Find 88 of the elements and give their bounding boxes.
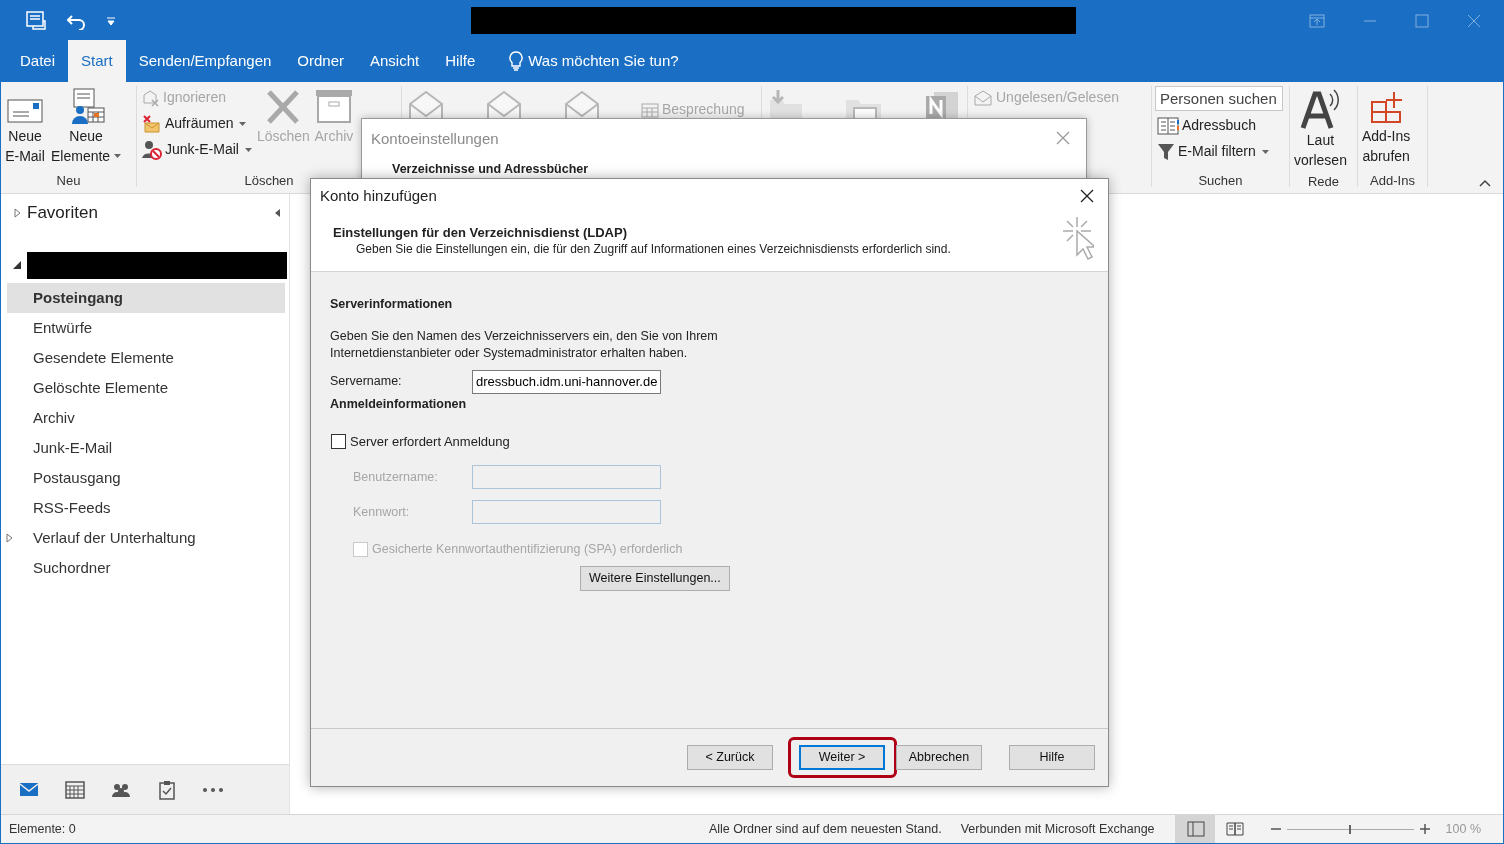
folder-item[interactable]: RSS-Feeds (7, 492, 285, 523)
menu-tab[interactable]: Senden/Empfangen (125, 40, 285, 82)
menu-tab[interactable]: Ordner (284, 40, 357, 82)
checkbox[interactable]: Server erfordert Anmeldung (331, 431, 1089, 451)
normal-view-icon (1184, 819, 1205, 839)
section-heading: Verzeichnisse und Adressbücher (392, 162, 589, 176)
dialog-button[interactable]: Weiter > (799, 745, 885, 770)
dialog-button[interactable]: Abbrechen (896, 745, 982, 770)
folder-item[interactable]: Postausgang (7, 462, 285, 493)
ribbon-button[interactable]: Neue E-Mail (4, 86, 46, 168)
group-label: Rede (1306, 173, 1341, 188)
tell-me-search[interactable]: Was möchten Sie tun? (502, 40, 685, 82)
group-label: Löschen (243, 172, 295, 187)
folder-item[interactable]: Entwürfe (7, 312, 285, 343)
expanded-triangle-icon[interactable] (13, 261, 21, 269)
folder-item[interactable]: Posteingang (7, 282, 285, 313)
field-label: Benutzername: (353, 468, 439, 486)
ribbon-button[interactable]: Add-Ins abrufen (1361, 86, 1412, 168)
caret-icon (239, 121, 247, 126)
connection-status: Verbunden mit Microsoft Exchange (960, 820, 1155, 838)
collapsed-triangle-icon[interactable] (13, 207, 21, 218)
ribbon-button[interactable]: Laut vorlesen (1293, 86, 1348, 172)
open-envelope-icon (973, 88, 993, 107)
close-icon (1080, 189, 1094, 203)
folder-item[interactable]: Junk-E-Mail (7, 432, 285, 463)
collapse-pane-icon[interactable] (273, 207, 281, 218)
address-book-icon (1157, 116, 1179, 135)
calendar-icon (65, 779, 85, 800)
folder-group-title[interactable]: Favoriten (27, 200, 98, 226)
ignore-icon (142, 88, 160, 107)
field-label: Kennwort: (353, 503, 411, 521)
zoom-slider-thumb[interactable] (1349, 824, 1352, 834)
calendar-icon (641, 101, 659, 118)
collapsed-triangle-icon[interactable] (6, 532, 13, 543)
dialog-heading: Einstellungen für den Verzeichnisdienst (LDAP) (333, 225, 628, 241)
ribbon-display-icon[interactable] (1309, 13, 1325, 28)
send-receive-icon[interactable] (25, 10, 47, 31)
close-icon[interactable] (1467, 13, 1481, 28)
dialog-button[interactable]: < Zurück (687, 745, 773, 770)
folder-item[interactable]: Gesendete Elemente (7, 342, 285, 373)
folder-item[interactable]: Suchordner (7, 552, 285, 583)
group-label: Suchen (1197, 172, 1244, 187)
folder-item[interactable]: Verlauf der Unterhaltung (7, 522, 285, 553)
ribbon-button[interactable]: E-Mail filtern (1155, 140, 1283, 163)
close-icon (1056, 131, 1070, 145)
dialog-title: Kontoeinstellungen (371, 129, 499, 149)
group-label: Neu (55, 172, 82, 187)
menu-tab[interactable]: Hilfe (432, 40, 489, 82)
dialog-title: Konto hinzufügen (320, 185, 437, 206)
menu-tab[interactable]: Datei (7, 40, 69, 82)
ribbon-button[interactable]: Adressbuch (1155, 114, 1283, 137)
caret-icon (1261, 149, 1269, 154)
dialog-button[interactable]: Hilfe (1009, 745, 1095, 770)
item-count: Elemente: 0 (9, 820, 76, 838)
read-aloud-icon (1300, 88, 1341, 130)
folder-item[interactable]: Archiv (7, 402, 285, 433)
filter-icon (1157, 142, 1175, 161)
input-field[interactable]: dressbuch.idm.uni-hannover.de (472, 369, 661, 394)
folder-item[interactable]: Gelöschte Elemente (7, 372, 285, 403)
ribbon-button[interactable]: Neue Elemente (50, 86, 123, 168)
view-button[interactable] (1174, 815, 1215, 843)
reading-view-icon (1224, 819, 1245, 839)
group-label: Add-Ins (1369, 172, 1416, 187)
section-heading: Serverinformationen (330, 296, 454, 313)
caret-icon (114, 154, 122, 158)
cleanup-icon (142, 114, 162, 133)
menu-tab[interactable]: Start (68, 40, 126, 82)
section-heading: Anmeldeinformationen (330, 395, 468, 413)
zoom-in-icon[interactable] (1419, 824, 1430, 834)
settings-button[interactable]: Weitere Einstellungen... (580, 565, 730, 591)
field-label: Servername: (330, 373, 403, 391)
instruction-text: Geben Sie den Namen des Verzeichnisservers ein, den Sie von Ihrem Internetdienstanbieter oder Systemadministrator erhalten haben. (330, 327, 719, 362)
zoom-level: 100 % (1445, 820, 1481, 838)
archive-box-icon (313, 88, 354, 126)
collapse-ribbon-icon[interactable] (1479, 179, 1491, 187)
menu-tab[interactable]: Ansicht (357, 40, 433, 82)
search-field[interactable]: Personen suchen (1155, 86, 1283, 111)
lightbulb-icon (508, 51, 525, 71)
junk-icon (142, 139, 162, 160)
sync-status: Alle Ordner sind auf dem neuesten Stand. (708, 820, 942, 838)
more-dots-icon (203, 787, 223, 792)
dialog-description: Geben Sie die Einstellungen ein, die für den Zugriff auf Informationen eines Verzeichnisdiensts erforderlich sind. (355, 241, 951, 257)
task-clipboard-icon (157, 779, 177, 800)
caret-icon (244, 147, 252, 152)
ribbon-button[interactable]: Junk-E-Mail (140, 138, 254, 161)
nav-button[interactable] (201, 785, 225, 794)
customize-caret-icon[interactable] (107, 16, 115, 25)
ribbon-button[interactable]: Aufräumen (140, 112, 254, 135)
